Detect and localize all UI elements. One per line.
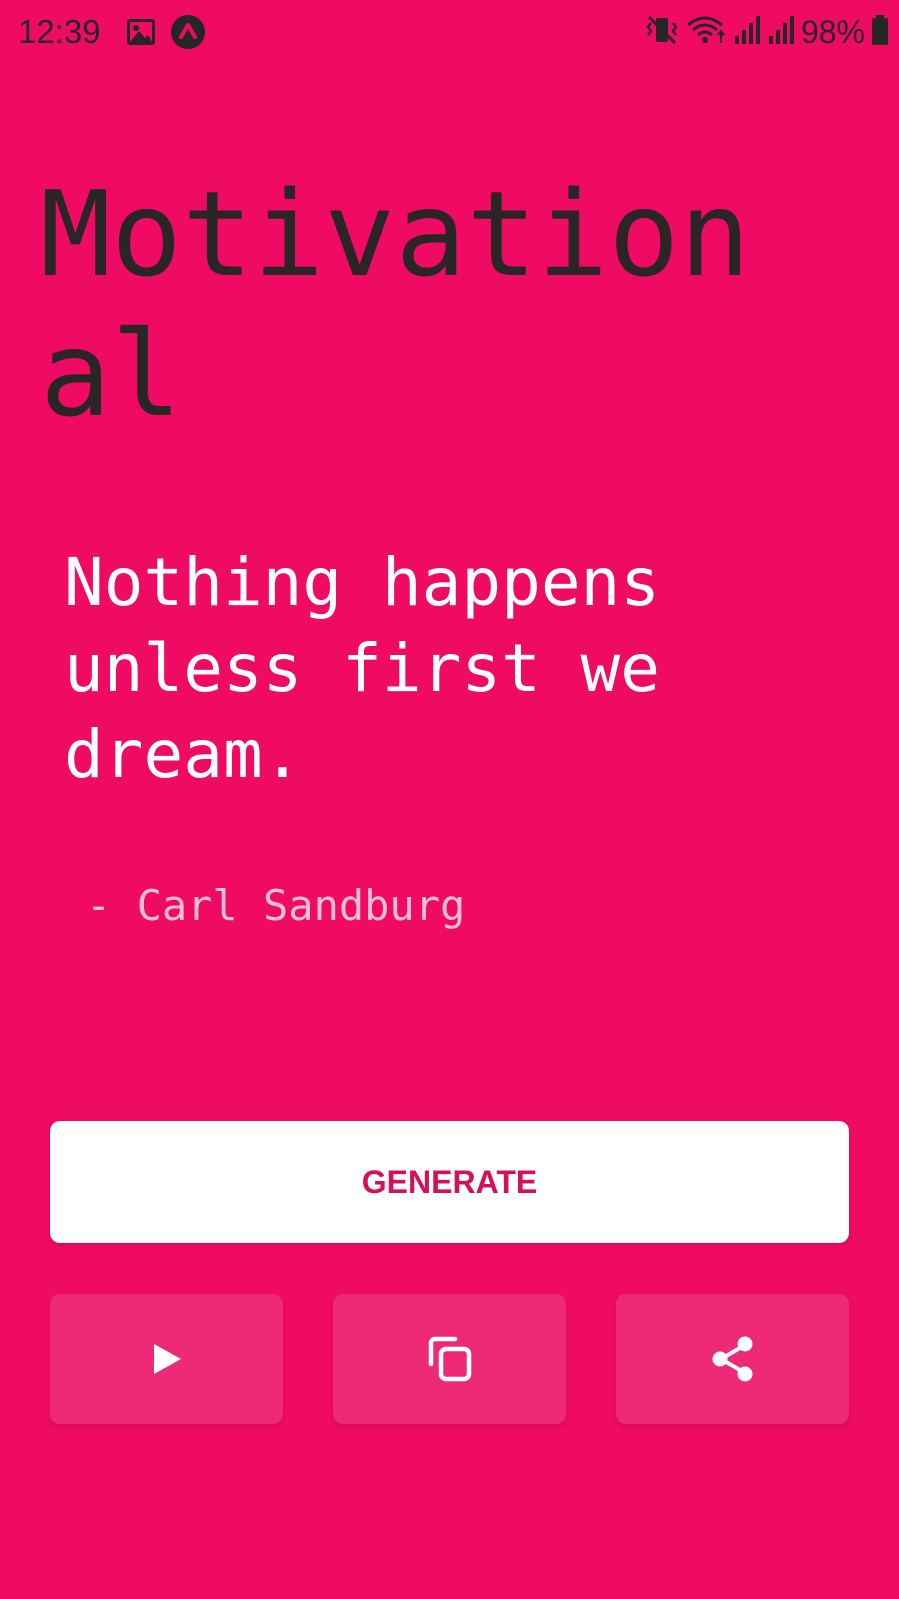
copy-icon	[425, 1334, 475, 1384]
action-row	[50, 1294, 849, 1424]
copy-button[interactable]	[333, 1294, 566, 1424]
gallery-icon	[126, 18, 156, 50]
category-title: Motivational	[40, 165, 751, 443]
share-icon	[710, 1334, 756, 1384]
vibrate-icon	[645, 14, 679, 50]
status-bar: 12:39 98%	[0, 0, 899, 64]
quote-author: - Carl Sandburg	[86, 881, 466, 930]
signal-icon-2	[767, 14, 795, 50]
battery-icon	[871, 14, 889, 50]
signal-icon	[733, 14, 761, 50]
status-right: 98%	[645, 10, 889, 54]
app-notification-icon	[170, 14, 206, 54]
status-time: 12:39	[18, 13, 101, 50]
play-icon	[150, 1342, 184, 1376]
wifi-icon	[685, 14, 727, 50]
status-left-icons	[126, 14, 206, 54]
quote-text: Nothing happens unless first we dream.	[64, 544, 661, 793]
play-button[interactable]	[50, 1294, 283, 1424]
battery-percent: 98%	[800, 14, 865, 50]
generate-button[interactable]: GENERATE	[50, 1121, 849, 1243]
share-button[interactable]	[616, 1294, 849, 1424]
